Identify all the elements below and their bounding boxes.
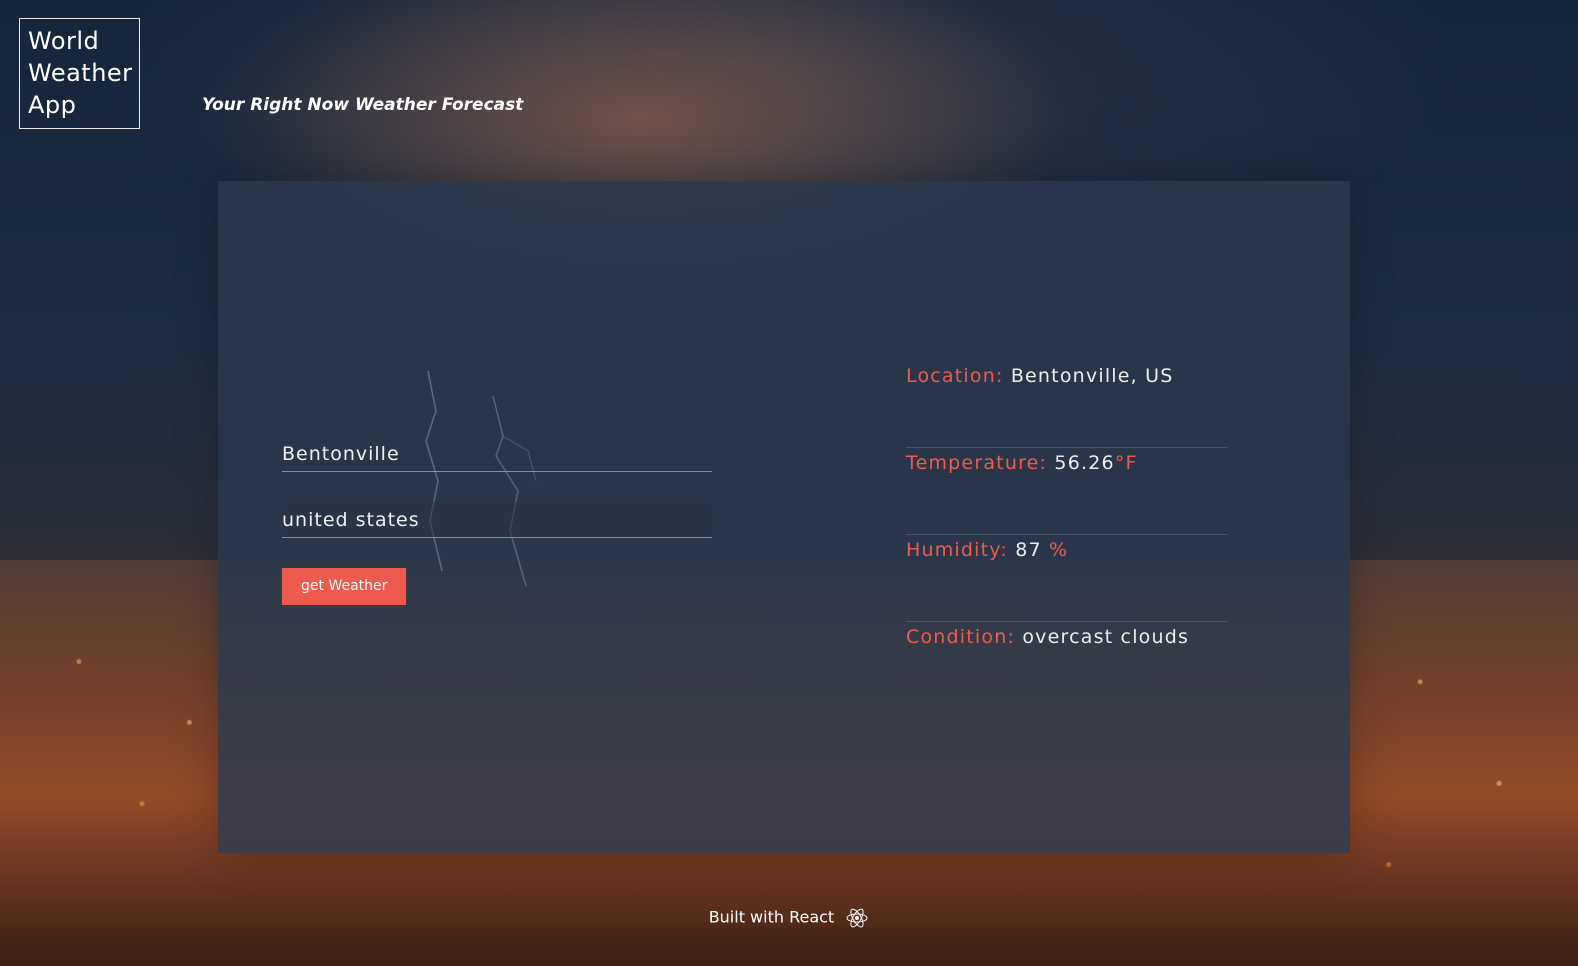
footer-text: Built with React [708, 907, 835, 927]
react-icon [846, 908, 868, 928]
tagline: Your Right Now Weather Forecast [202, 95, 524, 115]
get-weather-button[interactable]: get Weather [282, 568, 407, 605]
location-row: Location: Bentonville, US [906, 361, 1228, 448]
temperature-unit: °F [1114, 452, 1138, 474]
temperature-label: Temperature: [906, 452, 1048, 474]
weather-card: get Weather Location: Bentonville, US Te… [218, 181, 1350, 853]
condition-label: Condition: [906, 626, 1016, 648]
humidity-row: Humidity: 87 % [906, 535, 1228, 622]
location-value: Bentonville, US [1010, 365, 1174, 387]
footer: Built with React [0, 906, 1578, 930]
humidity-value: 87 [1015, 539, 1042, 561]
brand-line-weather: Weather [28, 59, 133, 87]
weather-form: get Weather [282, 436, 712, 605]
condition-row: Condition: overcast clouds [906, 622, 1228, 709]
temperature-row: Temperature: 56.26°F [906, 448, 1228, 535]
humidity-unit: % [1049, 539, 1069, 561]
temperature-value: 56.26 [1054, 452, 1115, 474]
weather-results: Location: Bentonville, US Temperature: 5… [906, 361, 1228, 709]
brand-line-world: World [28, 27, 100, 55]
brand-logo: World Weather App [19, 18, 140, 129]
brand-line-app: App [28, 91, 77, 119]
country-input[interactable] [282, 502, 712, 538]
humidity-label: Humidity: [906, 539, 1008, 561]
city-input[interactable] [282, 436, 712, 472]
condition-value: overcast clouds [1022, 626, 1190, 648]
location-label: Location: [906, 365, 1004, 387]
